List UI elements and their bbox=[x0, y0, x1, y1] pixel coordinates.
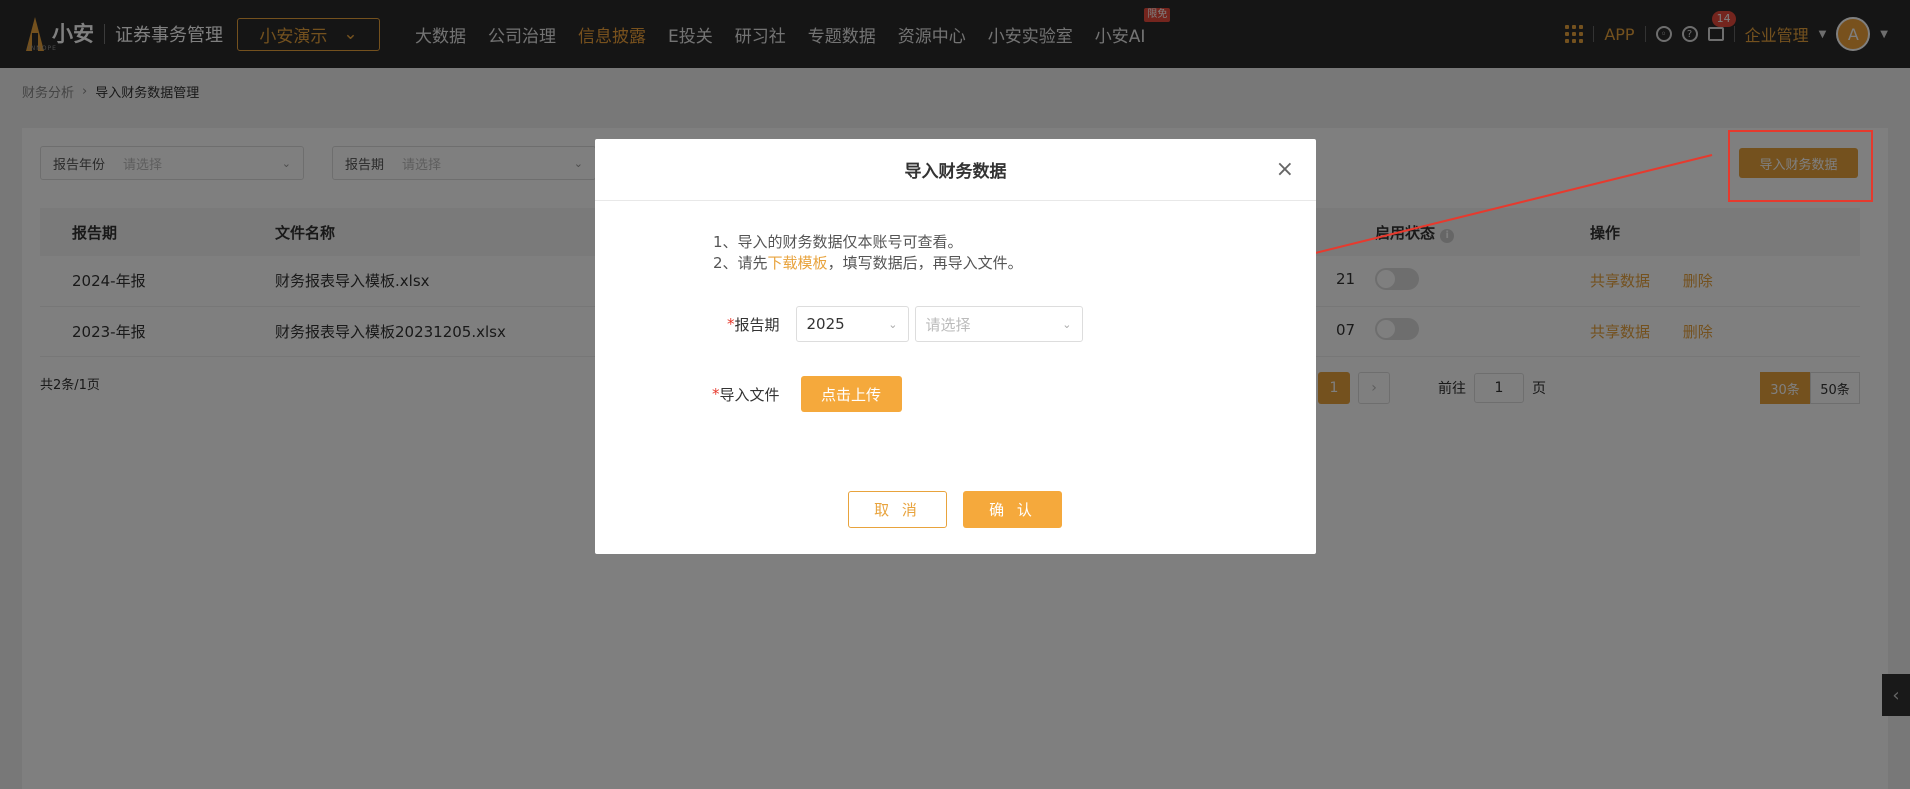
instruction-line-1: 1、导入的财务数据仅本账号可查看。 bbox=[713, 233, 963, 251]
import-instructions: 1、导入的财务数据仅本账号可查看。 2、请先下载模板，填写数据后，再导入文件。 bbox=[713, 232, 1023, 274]
instruction-suffix: ，填写数据后，再导入文件。 bbox=[827, 254, 1023, 272]
confirm-button[interactable]: 确 认 bbox=[963, 491, 1062, 528]
dialog-header: 导入财务数据 × bbox=[595, 139, 1316, 201]
report-year-value: 2025 bbox=[806, 315, 845, 333]
chevron-down-icon: ⌄ bbox=[888, 317, 898, 331]
report-period-placeholder: 请选择 bbox=[925, 315, 971, 334]
dialog-title: 导入财务数据 bbox=[904, 162, 1007, 182]
required-mark: * bbox=[712, 385, 720, 403]
chevron-down-icon: ⌄ bbox=[1062, 317, 1072, 331]
close-icon[interactable]: × bbox=[1276, 157, 1294, 182]
report-period-label: 报告期 bbox=[734, 315, 780, 334]
report-period-row: * 报告期 2025 ⌄ 请选择 ⌄ bbox=[727, 306, 1083, 342]
download-template-link[interactable]: 下载模板 bbox=[768, 254, 828, 272]
import-file-label: 导入文件 bbox=[719, 385, 780, 404]
cancel-button[interactable]: 取 消 bbox=[848, 491, 947, 528]
import-financial-data-dialog: 导入财务数据 × 1、导入的财务数据仅本账号可查看。 2、请先下载模板，填写数据… bbox=[595, 139, 1316, 554]
report-period-select[interactable]: 请选择 ⌄ bbox=[914, 306, 1083, 342]
upload-button[interactable]: 点击上传 bbox=[800, 376, 902, 412]
instruction-line-2: 2、请先下载模板，填写数据后，再导入文件。 bbox=[713, 253, 1023, 274]
instruction-prefix: 2、请先 bbox=[713, 254, 768, 272]
import-file-row: * 导入文件 点击上传 bbox=[712, 376, 902, 412]
report-year-select[interactable]: 2025 ⌄ bbox=[795, 306, 909, 342]
required-mark: * bbox=[727, 315, 735, 333]
